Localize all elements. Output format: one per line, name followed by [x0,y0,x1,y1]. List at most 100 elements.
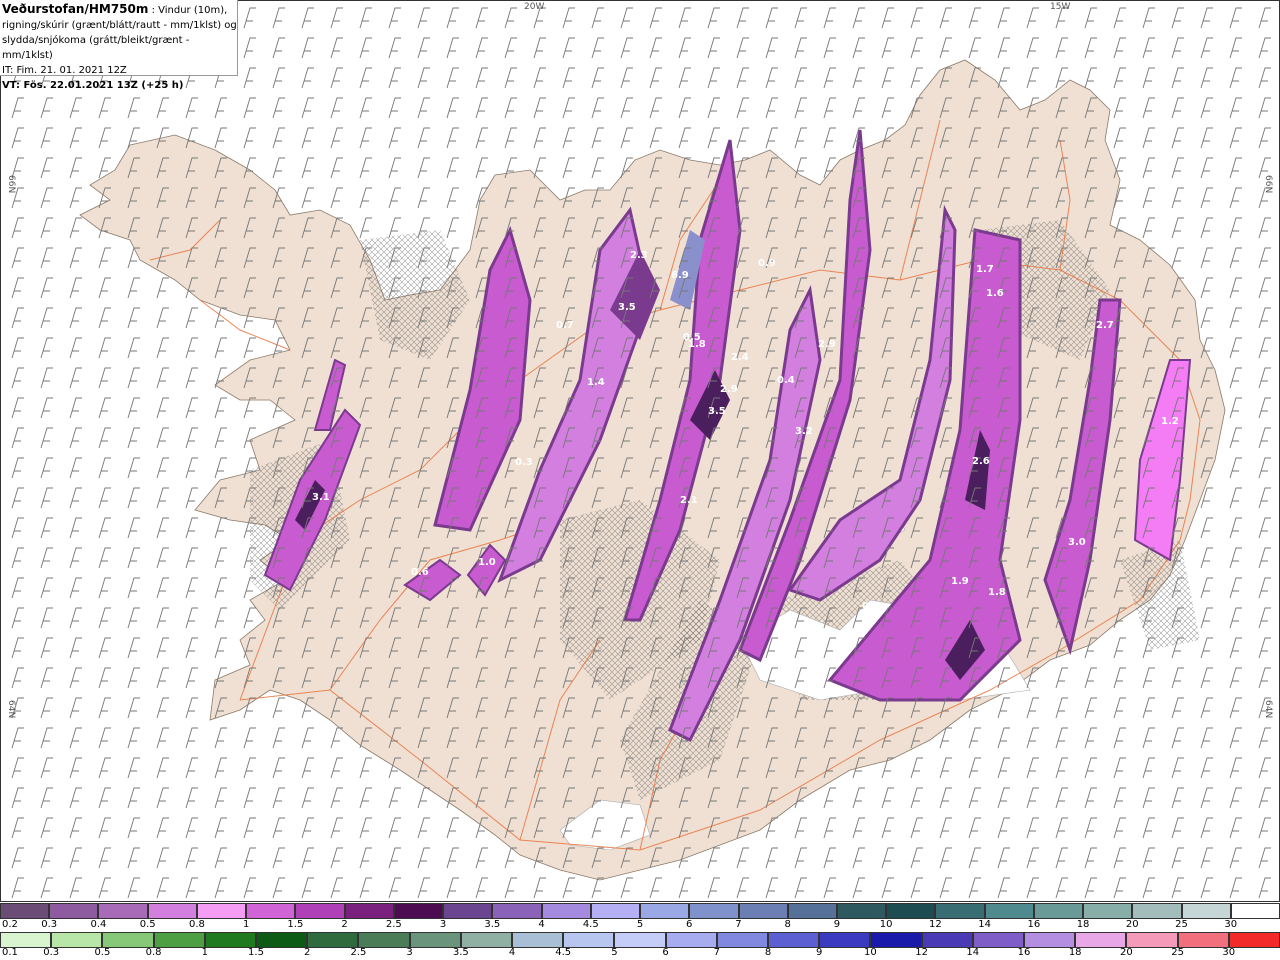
legend-tick-label: 14 [978,919,991,930]
legend-color-swatch [196,903,247,919]
latitude-label-64n-right: 64N [1263,700,1273,718]
legend-tick-label: 10 [864,947,877,958]
legend-color-swatch [1177,932,1229,948]
legend-color-swatch [935,903,985,919]
description-line-1: : Vindur (10m), [148,5,228,16]
legend-tick-label: 18 [1076,919,1090,930]
precip-value-label: 6.9 [671,270,689,281]
legend-tick-label: 3 [439,919,447,930]
legend-color-swatch [563,932,615,948]
legend-tick-label: 25 [1171,947,1184,958]
longitude-label-20w: 20W [524,2,544,12]
legend-tick-label: 6 [686,919,693,930]
legend-tick-label: 0.5 [94,947,111,958]
legend-tick-label: 1 [242,919,250,930]
legend-color-swatch [738,903,788,919]
rain-legend-colorbar [0,932,1280,948]
weather-map: 3.1 0.6 1.0 2.3 3.5 6.9 2.9 3.5 2.1 1.8 … [0,0,1280,902]
precip-value-label: 2.6 [972,456,990,467]
legend-color-swatch [256,932,308,948]
legend-color-swatch [1126,932,1178,948]
legend-tick-label: 0.1 [2,947,18,958]
legend-color-swatch [358,932,410,948]
legend-color-swatch [870,932,922,948]
legend-color-swatch [1075,932,1127,948]
legend-color-swatch [541,903,591,919]
legend-tick-label: 16 [1017,947,1031,958]
legend-tick-label: 2.5 [350,947,367,958]
legend-tick-label: 0.2 [2,919,18,930]
legend-color-swatch [1083,903,1133,919]
legend-color-swatch [665,932,717,948]
legend-tick-label: 8 [764,947,772,958]
legend-color-swatch [0,903,50,919]
precip-value-label: 0.8 [862,601,880,612]
legend-color-swatch [98,903,148,919]
legend-color-swatch [102,932,154,948]
precip-value-label: 2.3 [630,250,648,261]
legend-tick-label: 0.4 [90,919,107,930]
legend-tick-label: 12 [915,947,928,958]
legend-tick-label: 1.5 [287,919,304,930]
legend-color-swatch [921,932,973,948]
legend-color-swatch [460,932,513,948]
legend-color-swatch [246,903,296,919]
legend-tick-label: 20 [1125,919,1139,930]
precip-value-label: 0.6 [411,567,429,578]
legend-color-swatch [1132,903,1182,919]
legend-color-swatch [492,903,542,919]
legend-color-swatch [1181,903,1231,919]
legend-color-swatch [393,903,444,919]
precip-value-label: 1.0 [478,557,496,568]
legend-tick-label: 0.8 [188,919,205,930]
valid-time: VT: Fös. 22.01.2021 13Z (+25 h) [2,80,184,91]
precip-value-label: 1.9 [951,576,969,587]
legend-color-swatch [153,932,205,948]
legend-color-swatch [787,903,837,919]
legend-color-swatch [1033,903,1084,919]
precip-value-label: 3.0 [1068,537,1086,548]
legend-tick-label: 4.5 [582,919,599,930]
legend-tick-label: 2 [304,947,311,958]
legend-tick-label: 16 [1027,919,1041,930]
legend-tick-label: 9 [816,947,823,958]
legend-tick-label: 0.3 [43,947,60,958]
legend-tick-label: 0.3 [41,919,58,930]
precip-value-label: 0.4 [777,375,795,386]
legend-color-swatch [716,932,769,948]
precip-value-label: 3.5 [708,406,726,417]
precip-value-label: 1.6 [986,288,1004,299]
legend-tick-label: 4 [538,919,545,930]
legend-color-swatch [886,903,936,919]
precip-value-label: 0.9 [758,258,776,269]
precip-value-label: 1.4 [587,377,605,388]
legend-color-swatch [689,903,739,919]
legend-tick-label: 1.5 [248,947,264,958]
precip-value-label: 0.5 [683,332,701,343]
legend-tick-label: 0.5 [139,919,156,930]
legend-color-swatch [819,932,871,948]
legend-color-swatch [204,932,257,948]
legend-tick-label: 4 [508,947,516,958]
legend-color-swatch [512,932,564,948]
precip-value-label: 1.2 [1161,416,1179,427]
legend-color-swatch [972,932,1025,948]
legend-color-swatch [307,932,359,948]
description-line-2: rigning/skúrir (grænt/blátt/rautt - mm/1… [2,20,237,31]
longitude-label-15w: 15W [1050,2,1070,12]
legend-color-swatch [147,903,197,919]
initial-time: IT: Fim. 21. 01. 2021 12Z [2,65,127,76]
precip-value-label: 3.5 [618,302,636,313]
snow-legend-labels: 0.2 0.3 0.4 0.5 0.8 1 1.5 2 2.5 3 3.5 4 4.5 5 6 7 8 9 10 12… [0,919,1280,932]
snow-legend-colorbar [0,903,1280,919]
legend-color-swatch [295,903,345,919]
legend-color-swatch [836,903,887,919]
legend-tick-label: 25 [1175,919,1188,930]
legend-tick-label: 3.5 [452,947,469,958]
legend-tick-label: 9 [833,919,841,930]
legend-color-swatch [51,932,103,948]
legend-tick-label: 4.5 [555,947,572,958]
description-line-3: slydda/snjókoma (grátt/bleikt/grænt - mm… [2,35,190,61]
precip-value-label: 0.7 [556,320,574,331]
legend-color-swatch [344,903,394,919]
